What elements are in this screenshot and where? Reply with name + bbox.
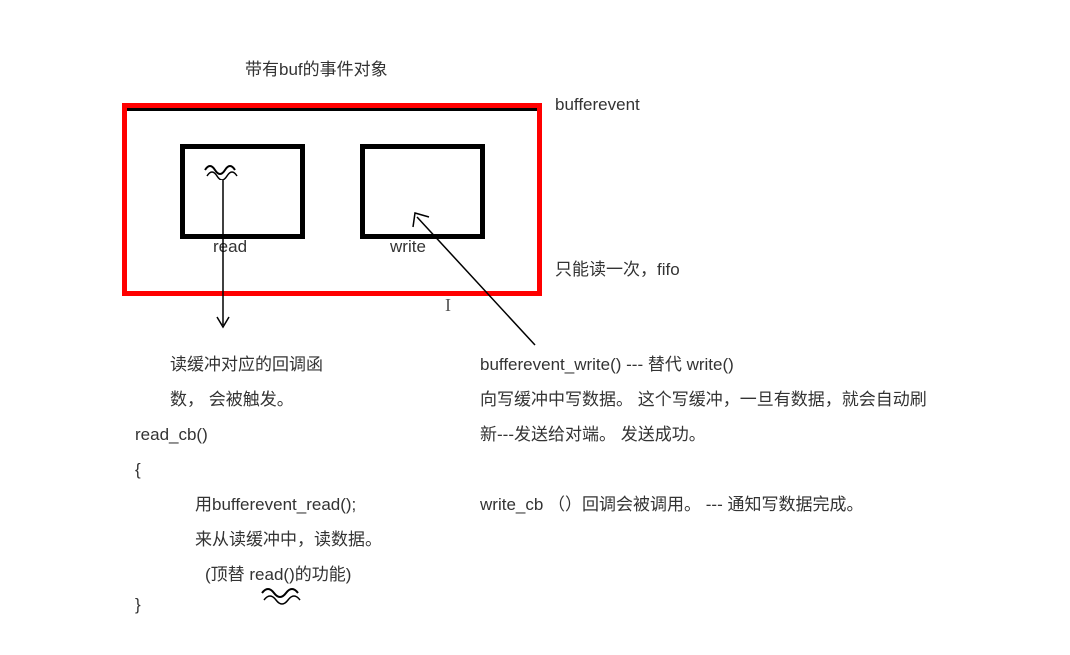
brace-close: }	[135, 595, 141, 615]
bottom-squiggle-icon	[260, 585, 305, 605]
write-desc-line2: 向写缓冲中写数据。 这个写缓冲，一旦有数据，就会自动刷	[480, 385, 927, 410]
read-body-line2: 来从读缓冲中，读数据。	[195, 525, 382, 550]
read-desc-line2: 数， 会被触发。	[170, 385, 294, 410]
read-desc-line1: 读缓冲对应的回调函	[170, 350, 323, 375]
read-body-line1: 用bufferevent_read();	[195, 490, 356, 515]
read-cb-label: read_cb()	[135, 425, 208, 445]
write-arrow-icon	[405, 205, 555, 355]
write-cb-label: write_cb （）回调会被调用。 --- 通知写数据完成。	[480, 490, 863, 515]
write-desc-line3: 新---发送给对端。 发送成功。	[480, 420, 706, 445]
fifo-note: 只能读一次，fifo	[555, 255, 680, 280]
read-squiggle-icon	[203, 160, 243, 180]
read-buffer-box	[180, 144, 305, 239]
bufferevent-label: bufferevent	[555, 95, 640, 115]
diagram-title: 带有buf的事件对象	[245, 55, 388, 80]
brace-open: {	[135, 460, 141, 480]
read-body-line3: (顶替 read()的功能)	[205, 560, 351, 585]
bufferevent-box-top	[127, 108, 537, 116]
write-desc-line1: bufferevent_write() --- 替代 write()	[480, 350, 734, 375]
read-arrow-icon	[215, 180, 235, 340]
